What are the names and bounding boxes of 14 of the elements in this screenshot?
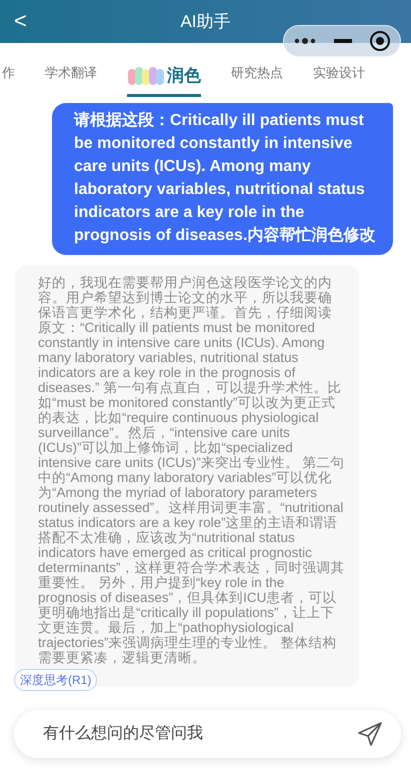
more-icon[interactable]: [292, 37, 317, 45]
header-title: AI助手: [180, 12, 231, 31]
tab[interactable]: 润色: [127, 63, 201, 96]
back-button[interactable]: <: [10, 8, 31, 34]
message-input[interactable]: 有什么想问的尽管问我: [41, 721, 357, 747]
tab[interactable]: 学术翻译: [45, 63, 97, 90]
send-icon[interactable]: [357, 721, 383, 747]
tab[interactable]: 作: [2, 63, 15, 90]
tab[interactable]: 研究热点: [231, 63, 283, 90]
close-icon[interactable]: [369, 30, 392, 52]
user-message: 请根据这段：Critically ill patients must be monitored constantly in intensive care units (ICUs). Among many laboratory variables, nutritional status indicators are a key role in the prognosis of diseases.内容帮忙润色修改: [52, 103, 393, 255]
deep-think-tag[interactable]: 深度思考(R1): [14, 669, 98, 691]
minimize-icon[interactable]: [334, 39, 352, 43]
tab[interactable]: 实验设计: [313, 63, 365, 90]
